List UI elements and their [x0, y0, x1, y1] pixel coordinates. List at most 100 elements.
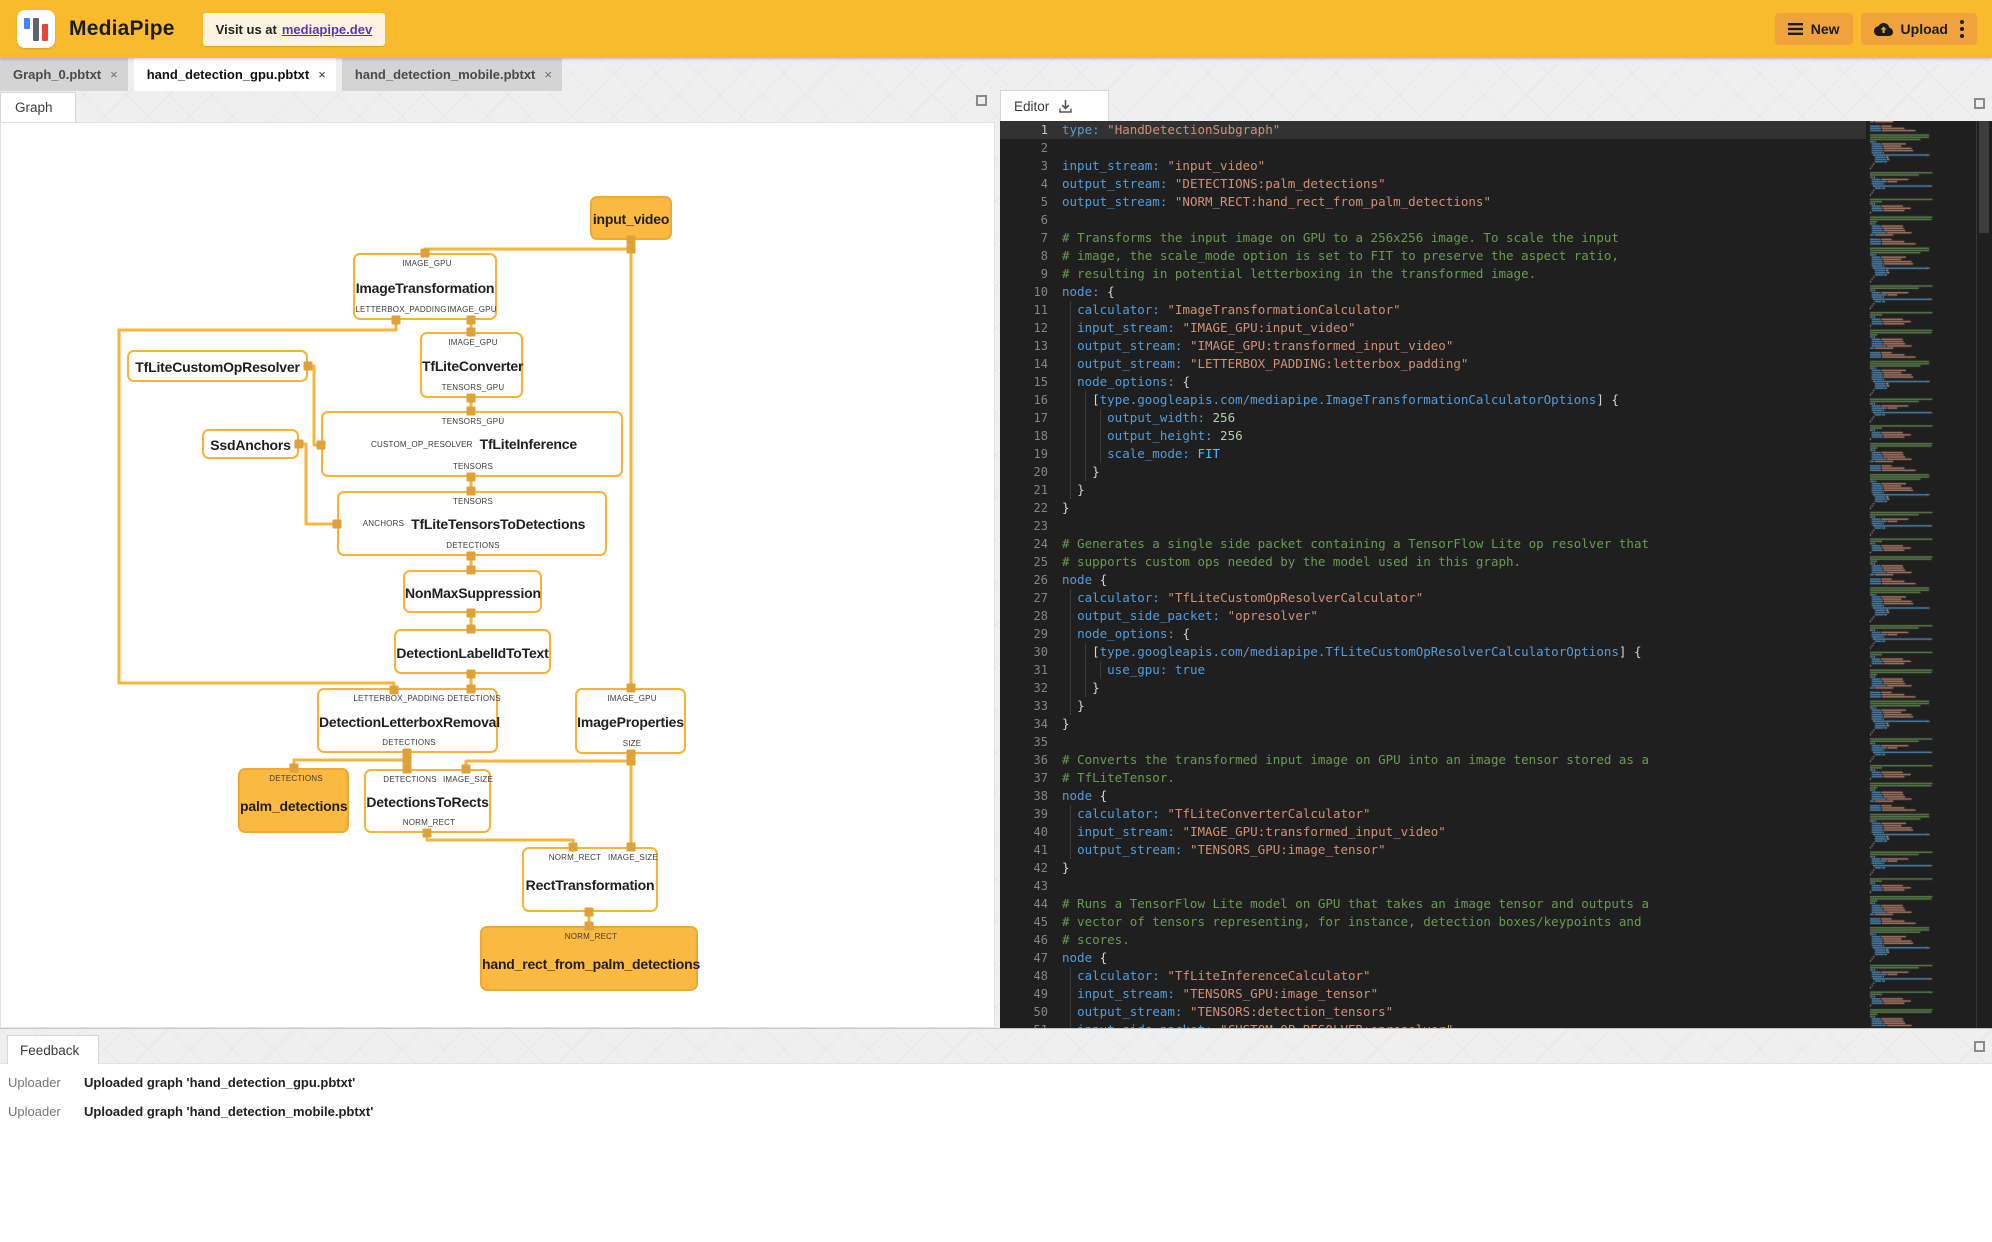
- code-line[interactable]: 49 input_stream: "TENSORS_GPU:image_tens…: [1000, 985, 1866, 1003]
- upload-button[interactable]: Upload: [1860, 13, 1977, 45]
- code-line[interactable]: 21 }: [1000, 481, 1866, 499]
- code-line[interactable]: 9 # resulting in potential letterboxing i…: [1000, 265, 1866, 283]
- code-line[interactable]: 18 output_height: 256: [1000, 427, 1866, 445]
- code-line[interactable]: 24 # Generates a single side packet conta…: [1000, 535, 1866, 553]
- code-line[interactable]: 37 # TfLiteTensor.: [1000, 769, 1866, 787]
- code-line[interactable]: 50 output_stream: "TENSORS:detection_ten…: [1000, 1003, 1866, 1021]
- code-line[interactable]: 16 [type.googleapis.com/mediapipe.ImageT…: [1000, 391, 1866, 409]
- code-text: # Runs a TensorFlow Lite model on GPU th…: [1062, 896, 1649, 911]
- graph-node-DetectionsToRects[interactable]: DETECTIONS IMAGE_SIZE NORM_RECT DetectionsT…: [364, 769, 493, 833]
- code-editor[interactable]: 1 type: "HandDetectionSubgraph" 2 3 input_st…: [1000, 121, 1992, 1028]
- graph-node-NonMaxSuppression[interactable]: NonMaxSuppression: [403, 570, 542, 613]
- code-line[interactable]: 31 use_gpu: true: [1000, 661, 1866, 679]
- graph-panel-tab[interactable]: Graph: [0, 92, 76, 122]
- code-text: # Transforms the input image on GPU to a…: [1062, 230, 1619, 245]
- graph-canvas[interactable]: input_video IMAGE_GPU LETTERBOX_PADDING IMA…: [0, 122, 995, 1028]
- code-line[interactable]: 48 calculator: "TfLiteInferenceCalculato…: [1000, 967, 1866, 985]
- kebab-dots-icon[interactable]: [1960, 19, 1964, 40]
- code-line[interactable]: 14 output_stream: "LETTERBOX_PADDING:let…: [1000, 355, 1866, 373]
- code-line[interactable]: 25 # supports custom ops needed by the mo…: [1000, 553, 1866, 571]
- code-line[interactable]: 42}: [1000, 859, 1866, 877]
- graph-node-DetectionLabelIdToText[interactable]: DetectionLabelIdToText: [394, 629, 551, 674]
- port-label: DETECTIONS: [446, 541, 500, 550]
- maximize-feedback-icon[interactable]: [1974, 1041, 1985, 1052]
- tab-graph-0-pbtxt[interactable]: Graph_0.pbtxt ×: [0, 58, 128, 91]
- code-line[interactable]: 35: [1000, 733, 1866, 751]
- code-text: input_stream: "IMAGE_GPU:transformed_inp…: [1062, 823, 1446, 841]
- tab-close-icon[interactable]: ×: [110, 67, 118, 82]
- tab-hand-detection-mobile-pbtxt[interactable]: hand_detection_mobile.pbtxt ×: [341, 58, 562, 91]
- line-number: 30: [1033, 645, 1048, 659]
- maximize-graph-icon[interactable]: [976, 95, 987, 106]
- code-line[interactable]: 4 output_stream: "DETECTIONS:palm_detecti…: [1000, 175, 1866, 193]
- code-line[interactable]: 5 output_stream: "NORM_RECT:hand_rect_fro…: [1000, 193, 1866, 211]
- code-line[interactable]: 47 node {: [1000, 949, 1866, 967]
- graph-edge: [292, 758, 407, 768]
- code-line[interactable]: 12 input_stream: "IMAGE_GPU:input_video": [1000, 319, 1866, 337]
- code-line[interactable]: 33 }: [1000, 697, 1866, 715]
- code-line[interactable]: 38 node {: [1000, 787, 1866, 805]
- graph-node-input_video[interactable]: input_video: [590, 196, 672, 240]
- code-line[interactable]: 46 # scores.: [1000, 931, 1866, 949]
- code-text: # image, the scale_mode option is set to…: [1062, 248, 1619, 263]
- graph-node-DetectionLetterboxRemoval[interactable]: LETTERBOX_PADDING DETECTIONS DETECTIONS Det…: [317, 688, 501, 753]
- graph-node-hand_rect_from_palm_detections[interactable]: NORM_RECT hand_rect_from_palm_detections: [480, 926, 700, 991]
- code-line[interactable]: 39 calculator: "TfLiteConverterCalculato…: [1000, 805, 1866, 823]
- code-line[interactable]: 22}: [1000, 499, 1866, 517]
- code-line[interactable]: 40 input_stream: "IMAGE_GPU:transformed_…: [1000, 823, 1866, 841]
- graph-node-ImageProperties[interactable]: IMAGE_GPU SIZE ImageProperties: [575, 688, 686, 754]
- graph-node-RectTransformation[interactable]: NORM_RECT IMAGE_SIZE RectTransformation: [522, 847, 658, 912]
- code-text: output_stream: "NORM_RECT:hand_rect_from…: [1062, 194, 1491, 209]
- code-line[interactable]: 45 # vector of tensors representing, for …: [1000, 913, 1866, 931]
- code-line[interactable]: 27 calculator: "TfLiteCustomOpResolverCa…: [1000, 589, 1866, 607]
- download-icon[interactable]: [1058, 99, 1073, 114]
- code-line[interactable]: 34}: [1000, 715, 1866, 733]
- code-line[interactable]: 26 node {: [1000, 571, 1866, 589]
- code-line[interactable]: 8 # image, the scale_mode option is set t…: [1000, 247, 1866, 265]
- code-line[interactable]: 36 # Converts the transformed input image…: [1000, 751, 1866, 769]
- graph-node-TfLiteInference[interactable]: TENSORS_GPU TENSORS CUSTOM_OP_RESOLVER TfLi…: [321, 411, 623, 477]
- graph-node-TfLiteCustomOpResolver[interactable]: TfLiteCustomOpResolver: [127, 350, 308, 382]
- code-line[interactable]: 2: [1000, 139, 1866, 157]
- port-label: SIZE: [622, 739, 642, 748]
- graph-node-TfLiteConverter[interactable]: IMAGE_GPU TENSORS_GPU TfLiteConverter: [420, 332, 523, 398]
- line-number: 17: [1033, 411, 1048, 425]
- code-line[interactable]: 19 scale_mode: FIT: [1000, 445, 1866, 463]
- new-button[interactable]: New: [1774, 13, 1853, 45]
- port-label: DETECTIONS: [382, 738, 436, 747]
- editor-panel-tab[interactable]: Editor: [1000, 90, 1109, 121]
- code-line[interactable]: 10 node: {: [1000, 283, 1866, 301]
- code-line[interactable]: 7 # Transforms the input image on GPU to …: [1000, 229, 1866, 247]
- code-line[interactable]: 17 output_width: 256: [1000, 409, 1866, 427]
- code-line[interactable]: 28 output_side_packet: "opresolver": [1000, 607, 1866, 625]
- code-line[interactable]: 43: [1000, 877, 1866, 895]
- tab-close-icon[interactable]: ×: [318, 67, 326, 82]
- graph-node-ImageTransformation[interactable]: IMAGE_GPU LETTERBOX_PADDING IMAGE_GPU Image…: [353, 253, 497, 320]
- port-label: DETECTIONS: [447, 694, 501, 703]
- maximize-editor-icon[interactable]: [1974, 98, 1985, 109]
- code-line[interactable]: 44 # Runs a TensorFlow Lite model on GPU …: [1000, 895, 1866, 913]
- editor-minimap[interactable]: [1868, 121, 1956, 1027]
- code-line[interactable]: 41 output_stream: "TENSORS_GPU:image_ten…: [1000, 841, 1866, 859]
- code-line[interactable]: 51 input_side_packet: "CUSTOM_OP_RESOLVE…: [1000, 1021, 1866, 1028]
- visit-link[interactable]: mediapipe.dev: [282, 22, 372, 37]
- graph-node-SsdAnchors[interactable]: SsdAnchors: [202, 429, 299, 459]
- code-line[interactable]: 15 node_options: {: [1000, 373, 1866, 391]
- code-line[interactable]: 13 output_stream: "IMAGE_GPU:transformed…: [1000, 337, 1866, 355]
- code-line[interactable]: 1 type: "HandDetectionSubgraph": [1000, 121, 1866, 139]
- code-line[interactable]: 29 node_options: {: [1000, 625, 1866, 643]
- minimap-separator: [1976, 121, 1977, 1028]
- graph-node-palm_detections[interactable]: DETECTIONS palm_detections: [238, 768, 349, 833]
- code-line[interactable]: 32 }: [1000, 679, 1866, 697]
- feedback-panel-tab[interactable]: Feedback: [7, 1035, 99, 1064]
- code-line[interactable]: 6: [1000, 211, 1866, 229]
- tab-close-icon[interactable]: ×: [544, 67, 552, 82]
- tab-hand-detection-gpu-pbtxt[interactable]: hand_detection_gpu.pbtxt ×: [133, 58, 336, 91]
- code-line[interactable]: 20 }: [1000, 463, 1866, 481]
- code-line[interactable]: 11 calculator: "ImageTransformationCalcu…: [1000, 301, 1866, 319]
- code-line[interactable]: 30 [type.googleapis.com/mediapipe.TfLite…: [1000, 643, 1866, 661]
- code-line[interactable]: 23: [1000, 517, 1866, 535]
- code-line[interactable]: 3 input_stream: "input_video": [1000, 157, 1866, 175]
- graph-node-TfLiteTensorsToDetections[interactable]: TENSORS DETECTIONS ANCHORS TfLiteTensorsToD…: [337, 491, 607, 556]
- editor-scrollbar-thumb[interactable]: [1979, 121, 1989, 233]
